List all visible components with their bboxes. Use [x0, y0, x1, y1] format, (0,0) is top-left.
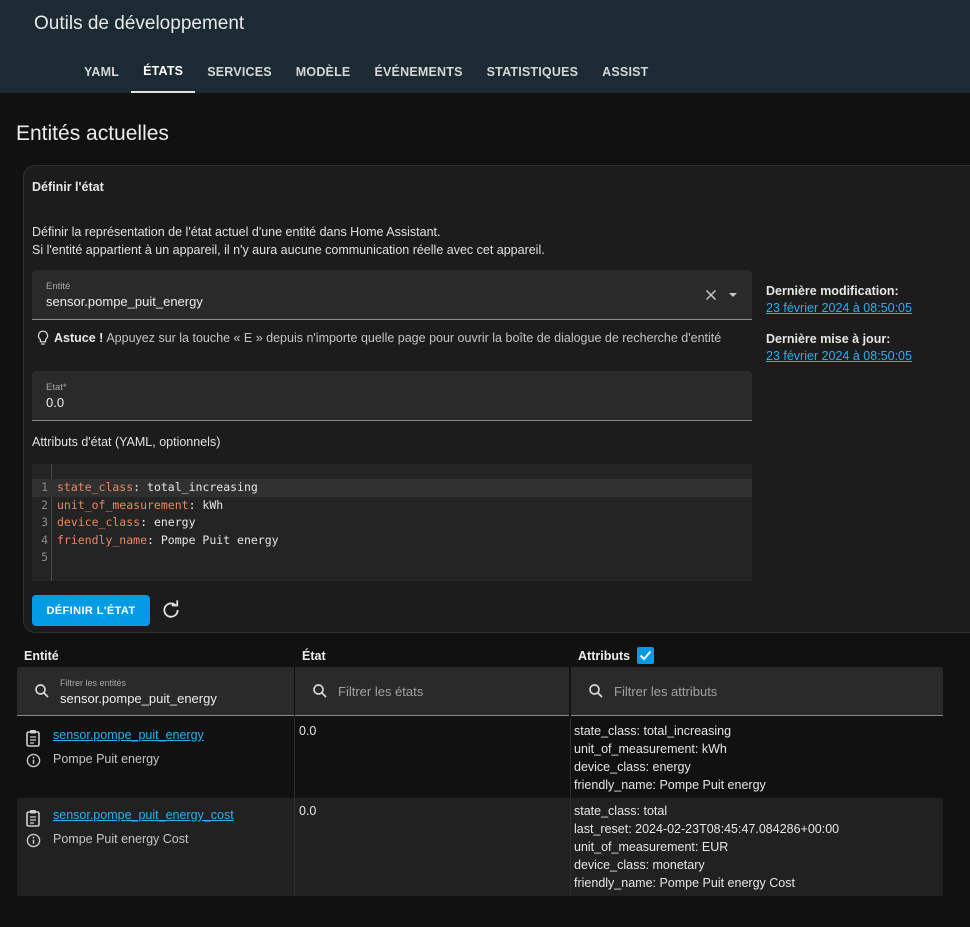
yaml-value: kWh [202, 497, 224, 512]
top-bar: Outils de développement YAML ÉTATS SERVI… [0, 0, 970, 93]
code-line[interactable]: 2 unit_of_measurement: kWh [32, 497, 752, 515]
last-changed: Dernière modification: 23 février 2024 à… [766, 284, 912, 315]
attributes-label: Attributs d'état (YAML, optionnels) [32, 435, 221, 449]
yaml-key: unit_of_measurement [57, 497, 189, 512]
entity-filter-label: Filtrer les entités [60, 678, 127, 688]
clipboard-icon[interactable] [25, 729, 41, 747]
yaml-key: friendly_name [57, 532, 148, 547]
entity-friendly-name: Pompe Puit energy [53, 752, 160, 766]
line-number: 2 [41, 497, 48, 512]
yaml-key: device_class [57, 515, 141, 529]
info-icon[interactable] [26, 833, 41, 848]
state-input[interactable]: Etat* 0.0 [32, 371, 752, 421]
attribute-line: unit_of_measurement: EUR [574, 840, 729, 854]
set-state-card: Définir l'état Définir la représentation… [23, 165, 970, 633]
check-icon [639, 650, 652, 661]
entity-state: 0.0 [299, 724, 317, 738]
state-filter-placeholder: Filtrer les états [338, 684, 424, 699]
code-line[interactable]: 1 state_class: total_increasing [32, 479, 752, 497]
page-title: Entités actuelles [16, 122, 169, 145]
column-divider [570, 798, 571, 896]
line-number: 5 [41, 550, 48, 564]
attribute-line: last_reset: 2024-02-23T08:45:47.084286+0… [574, 822, 840, 836]
description-line-2: Si l'entité appartient à un appareil, il… [32, 242, 545, 257]
attributes-filter-input[interactable]: Filtrer les attributs [571, 667, 943, 716]
attribute-line: state_class: total [574, 804, 668, 818]
tab-services[interactable]: SERVICES [195, 50, 284, 93]
card-description: Définir la représentation de l'état actu… [32, 224, 545, 259]
tab-assist[interactable]: ASSIST [590, 50, 660, 93]
tab-bar: YAML ÉTATS SERVICES MODÈLE ÉVÉNEMENTS ST… [72, 50, 661, 93]
entity-state: 0.0 [299, 804, 317, 818]
last-changed-label: Dernière modification: [766, 284, 899, 298]
yaml-value: energy [153, 515, 196, 529]
entity-link[interactable]: sensor.pompe_puit_energy [53, 728, 204, 742]
last-changed-value[interactable]: 23 février 2024 à 08:50:05 [766, 301, 912, 315]
tip-text: Appuyez sur la touche « E » depuis n'imp… [106, 331, 722, 345]
last-updated: Dernière mise à jour: 23 février 2024 à … [766, 332, 912, 363]
entity-picker-label: Entité [46, 281, 71, 292]
description-line-1: Définir la représentation de l'état actu… [32, 225, 441, 239]
line-number: 3 [41, 515, 48, 529]
info-icon[interactable] [26, 753, 41, 768]
search-icon [589, 684, 603, 698]
entity-friendly-name: Pompe Puit energy Cost [53, 832, 189, 846]
attribute-line: state_class: total_increasing [574, 724, 732, 738]
column-header-entity: Entité [24, 649, 59, 663]
search-tip: Astuce ! Appuyez sur la touche « E » dep… [34, 328, 721, 348]
entity-picker-value: sensor.pompe_puit_energy [46, 294, 203, 309]
entity-attributes: state_class: total last_reset: 2024-02-2… [574, 802, 839, 892]
clipboard-icon[interactable] [25, 809, 41, 827]
set-state-button[interactable]: DÉFINIR L'ÉTAT [32, 595, 150, 626]
table-row: sensor.pompe_puit_energy_cost Pompe Puit… [17, 798, 943, 896]
line-number: 4 [41, 532, 48, 547]
yaml-editor[interactable]: 1 state_class: total_increasing 2 unit_o… [32, 464, 752, 581]
column-divider [294, 798, 295, 896]
yaml-value: Pompe Puit energy [160, 532, 279, 547]
last-updated-value[interactable]: 23 février 2024 à 08:50:05 [766, 349, 912, 363]
line-number: 1 [41, 480, 48, 494]
attribute-line: unit_of_measurement: kWh [574, 742, 727, 756]
clear-icon[interactable] [702, 286, 720, 304]
attribute-line: friendly_name: Pompe Puit energy Cost [574, 876, 795, 890]
lightbulb-icon [37, 330, 49, 345]
column-header-state: État [302, 649, 326, 663]
column-divider [570, 718, 571, 798]
entity-filter-input[interactable]: Filtrer les entités sensor.pompe_puit_en… [17, 667, 294, 716]
attribute-line: device_class: energy [574, 760, 691, 774]
attributes-filter-placeholder: Filtrer les attributs [614, 684, 718, 699]
last-updated-label: Dernière mise à jour: [766, 332, 891, 346]
state-input-label: Etat* [46, 382, 67, 393]
attribute-line: device_class: monetary [574, 858, 705, 872]
app-title: Outils de développement [34, 13, 245, 34]
entity-attributes: state_class: total_increasing unit_of_me… [574, 722, 766, 794]
tip-label: Astuce ! [54, 331, 104, 345]
entity-filter-value[interactable]: sensor.pompe_puit_energy [60, 691, 217, 706]
search-icon [313, 684, 327, 698]
yaml-key: state_class [57, 480, 134, 494]
code-line[interactable]: 3 device_class: energy [32, 514, 752, 532]
yaml-value: total_increasing [147, 480, 258, 494]
state-filter-input[interactable]: Filtrer les états [295, 667, 569, 716]
tab-states[interactable]: ÉTATS [131, 50, 196, 93]
card-title: Définir l'état [32, 180, 104, 194]
attribute-line: friendly_name: Pompe Puit energy [574, 778, 766, 792]
table-row: sensor.pompe_puit_energy Pompe Puit ener… [17, 718, 943, 798]
code-line[interactable]: 5 [32, 549, 752, 567]
refresh-icon[interactable] [161, 600, 181, 620]
tab-statistics[interactable]: STATISTIQUES [475, 50, 591, 93]
entity-picker[interactable]: Entité sensor.pompe_puit_energy [32, 270, 752, 320]
code-line[interactable]: 4 friendly_name: Pompe Puit energy [32, 532, 752, 550]
tab-yaml[interactable]: YAML [72, 50, 131, 93]
entity-link[interactable]: sensor.pompe_puit_energy_cost [53, 808, 234, 822]
attributes-checkbox[interactable] [637, 647, 654, 664]
state-input-value[interactable]: 0.0 [46, 395, 64, 410]
dropdown-arrow-icon[interactable] [728, 290, 738, 300]
column-header-attributes: Attributs [578, 649, 631, 663]
search-icon [35, 684, 49, 698]
tab-events[interactable]: ÉVÉNEMENTS [362, 50, 474, 93]
column-divider [294, 718, 295, 798]
tab-template[interactable]: MODÈLE [284, 50, 363, 93]
